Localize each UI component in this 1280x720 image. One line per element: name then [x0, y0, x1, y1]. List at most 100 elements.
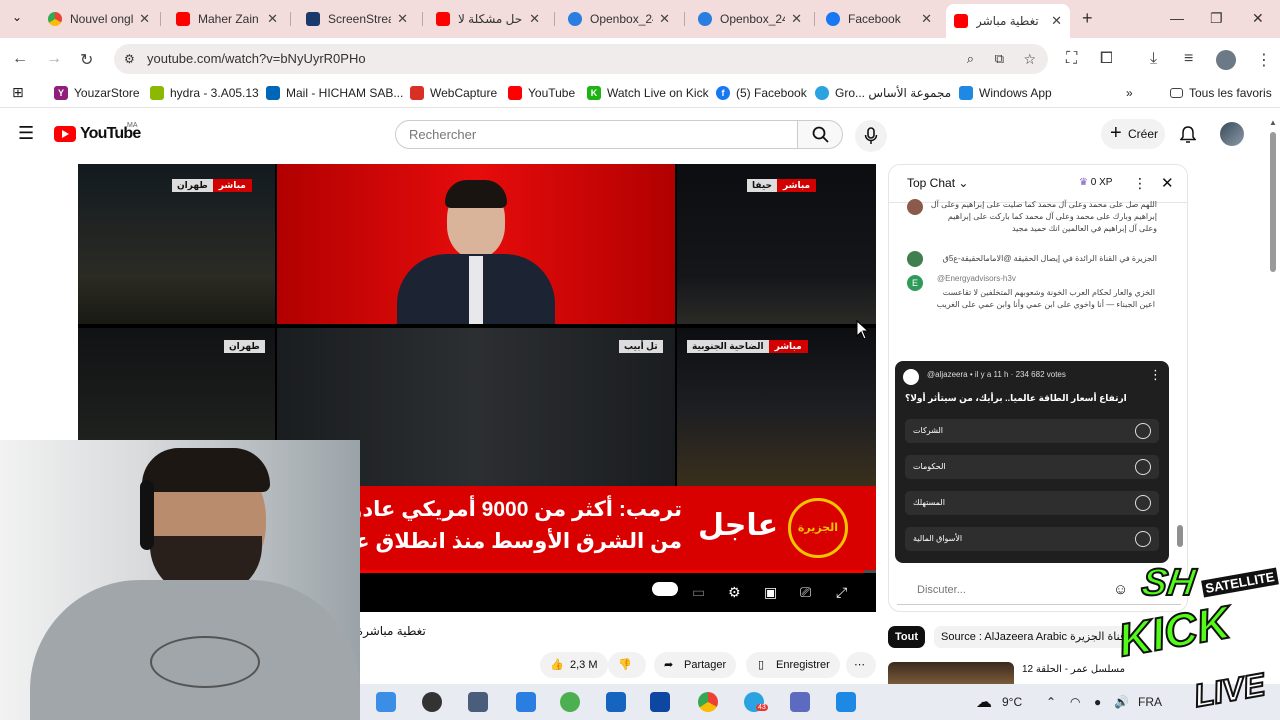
share-button[interactable]: ➦ Partager	[654, 652, 737, 678]
live-label: مباشر	[212, 179, 252, 192]
recommendation-thumbnail[interactable]	[888, 662, 1014, 684]
scroll-up-icon[interactable]: ▲	[1269, 118, 1277, 127]
cast-icon[interactable]: ⎚	[800, 584, 811, 601]
tab-5[interactable]: Openbox_24 ✕	[690, 6, 810, 32]
zoom-icon[interactable]: ⌕	[967, 44, 974, 74]
extension-screen-icon[interactable]: ⛶	[1066, 50, 1077, 68]
close-tab-icon[interactable]: ✕	[139, 11, 150, 27]
bookmark-group[interactable]: Gro... مجموعة الأساس	[815, 86, 951, 100]
minimize-icon[interactable]: —	[1170, 10, 1184, 26]
bookmark-youtube[interactable]: YouTube	[508, 86, 575, 100]
browser-menu-icon[interactable]: ⋮	[1256, 50, 1272, 70]
save-button[interactable]: ▯ Enregistrer	[746, 652, 840, 678]
close-chat-icon[interactable]: ✕	[1161, 174, 1174, 192]
extensions-puzzle-icon[interactable]: ⧠	[1100, 50, 1113, 68]
avatar	[907, 199, 923, 215]
settings-gear-icon[interactable]: ⚙	[728, 584, 741, 601]
tab-7-active[interactable]: تغطية مباشر ✕	[946, 4, 1070, 38]
openbox-icon	[698, 12, 712, 26]
app-icon[interactable]	[516, 692, 536, 712]
tab-2[interactable]: ScreenStrea ✕	[298, 6, 416, 32]
like-button[interactable]: 👍 2,3 M	[540, 652, 608, 678]
more-actions-button[interactable]: ⋯	[846, 652, 876, 678]
subtitles-icon[interactable]: ▭	[692, 584, 705, 601]
site-info-icon[interactable]: ⚙	[124, 44, 135, 74]
top-chat-dropdown[interactable]: Top Chat ⌄	[907, 176, 968, 190]
chrome-icon[interactable]	[698, 692, 718, 712]
dislike-button[interactable]: 👎	[608, 652, 646, 678]
close-tab-icon[interactable]: ✕	[791, 11, 802, 27]
create-button[interactable]: Créer	[1101, 118, 1165, 149]
fullscreen-icon[interactable]: ⤢	[836, 584, 847, 601]
close-tab-icon[interactable]: ✕	[397, 11, 408, 27]
search-input[interactable]: Rechercher	[395, 120, 798, 149]
bookmark-kick[interactable]: K Watch Live on Kick	[587, 86, 709, 100]
xp-badge[interactable]: ♛ 0 XP	[1079, 177, 1112, 188]
bookmark-facebook[interactable]: f (5) Facebook	[716, 86, 807, 100]
chat-menu-icon[interactable]: ⋮	[1133, 175, 1147, 192]
bookmark-youzarstore[interactable]: Y YouzarStore	[54, 86, 140, 100]
app-icon[interactable]	[836, 692, 856, 712]
bookmark-webcapture[interactable]: WebCapture	[410, 86, 497, 100]
mic-tray-icon[interactable]: ●	[1094, 695, 1101, 709]
thumbs-down-icon: 👎	[618, 659, 632, 671]
new-tab-icon[interactable]: +	[1082, 8, 1093, 29]
hamburger-menu-icon[interactable]: ☰	[18, 123, 34, 144]
close-tab-icon[interactable]: ✕	[921, 11, 932, 27]
profile-avatar[interactable]	[1216, 50, 1236, 70]
app-icon[interactable]	[790, 692, 810, 712]
back-icon[interactable]: ←	[12, 50, 28, 68]
close-window-icon[interactable]: ✕	[1252, 10, 1264, 27]
voice-search-button[interactable]	[855, 120, 887, 152]
tab-search-icon[interactable]: ⌄	[12, 10, 22, 24]
poll-option[interactable]: الحكومات	[905, 455, 1159, 479]
install-app-icon[interactable]: ⧉	[995, 44, 1004, 74]
close-tab-icon[interactable]: ✕	[659, 11, 670, 27]
chip-all[interactable]: Tout	[888, 626, 926, 648]
calculator-icon[interactable]	[606, 692, 626, 712]
chat-scrollbar[interactable]	[1177, 209, 1183, 549]
bookmark-hydra[interactable]: hydra - 3.A05.13	[150, 86, 259, 100]
wifi-icon[interactable]: ◠	[1070, 695, 1080, 709]
temperature[interactable]: 9°C	[1002, 695, 1022, 709]
overlay-live: LIVE	[1190, 665, 1268, 715]
poll-option[interactable]: الشركات	[905, 419, 1159, 443]
tab-4[interactable]: Openbox_24 ✕	[560, 6, 678, 32]
url-field[interactable]: ⚙ youtube.com/watch?v=bNyUyrR0PHo ⌕ ⧉ ☆	[114, 44, 1048, 74]
app-icon[interactable]	[650, 692, 670, 712]
app-icon[interactable]	[560, 692, 580, 712]
app-icon[interactable]	[468, 692, 488, 712]
media-control-icon[interactable]: ≡	[1184, 50, 1193, 68]
bookmark-windows-app[interactable]: Windows App	[959, 86, 1052, 100]
search-button[interactable]	[797, 120, 843, 149]
weather-icon[interactable]: ☁	[976, 692, 992, 712]
bookmark-star-icon[interactable]: ☆	[1023, 44, 1036, 74]
close-tab-icon[interactable]: ✕	[267, 11, 278, 27]
close-tab-icon[interactable]: ✕	[529, 11, 540, 27]
all-favorites[interactable]: Tous les favoris	[1170, 86, 1272, 100]
reload-icon[interactable]: ↻	[80, 50, 93, 70]
tab-6[interactable]: Facebook ✕	[818, 6, 940, 32]
more-bookmarks-icon[interactable]: »	[1126, 86, 1133, 100]
tab-3[interactable]: حل مشكلة لا ✕	[428, 6, 548, 32]
notifications-bell-icon[interactable]	[1180, 126, 1196, 144]
autoplay-toggle-icon[interactable]	[652, 582, 678, 596]
poll-menu-icon[interactable]: ⋮	[1149, 367, 1162, 383]
youtube-logo-icon[interactable]	[54, 126, 76, 142]
apps-grid-icon[interactable]: ⊞	[12, 84, 24, 101]
account-avatar[interactable]	[1220, 122, 1244, 146]
forward-icon[interactable]: →	[46, 50, 62, 68]
close-tab-icon[interactable]: ✕	[1051, 13, 1062, 29]
bookmark-mail[interactable]: Mail - HICHAM SAB...	[266, 86, 403, 100]
app-icon[interactable]	[422, 692, 442, 712]
file-explorer-icon[interactable]	[376, 692, 396, 712]
tray-chevron-icon[interactable]: ⌃	[1046, 695, 1056, 709]
chip-source[interactable]: Source : AlJazeera Arabic قناة الجزيرة	[934, 626, 1133, 648]
theater-mode-icon[interactable]: ▣	[764, 584, 777, 601]
poll-option[interactable]: المستهلك	[905, 491, 1159, 515]
maximize-icon[interactable]: ❐	[1210, 10, 1223, 27]
tab-0[interactable]: Nouvel ongle ✕	[40, 6, 158, 32]
poll-option[interactable]: الأسواق المالية	[905, 527, 1159, 551]
tab-1[interactable]: Maher Zain - ✕	[168, 6, 286, 32]
download-icon[interactable]: ⤓	[1150, 50, 1157, 68]
